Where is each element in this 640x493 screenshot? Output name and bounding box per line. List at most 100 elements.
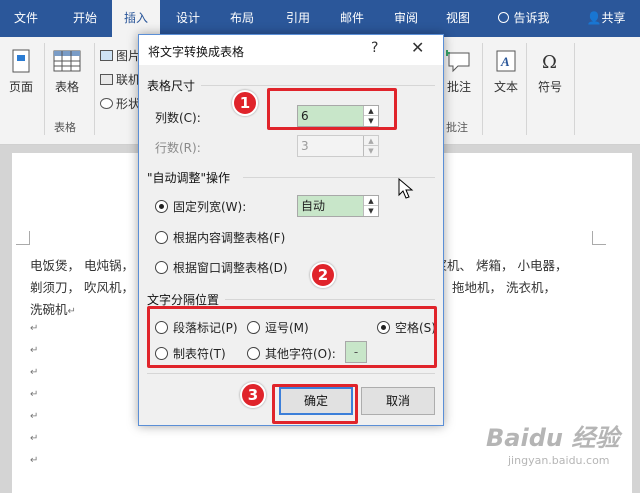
group-divider (482, 43, 483, 135)
fixed-width-spinner[interactable]: 自动 ▲ ▼ (297, 195, 379, 217)
fit-contents-label: 根据内容调整表格(F) (173, 231, 286, 245)
table-label: 表格 (54, 80, 79, 94)
shapes-button[interactable]: 形状 (100, 95, 140, 112)
cancel-button[interactable]: 取消 (361, 387, 435, 415)
paragraph-mark: ↵ (30, 433, 39, 444)
watermark-sub-text: jingyan.baidu.com (508, 454, 610, 467)
fit-window-radio[interactable] (155, 261, 168, 274)
paragraph-mark: ↵ (30, 367, 39, 378)
tab-file[interactable]: 文件 (6, 0, 46, 37)
comment-button[interactable]: 批注 (444, 49, 474, 95)
spin-up-icon[interactable]: ▲ (364, 196, 378, 206)
online-picture-label: 联机 (116, 73, 141, 87)
doc-line-3: 洗碗机↵ (30, 299, 76, 318)
help-button[interactable]: ? (371, 40, 378, 56)
pages-button[interactable]: 页面 (4, 49, 38, 95)
tab-layout[interactable]: 布局 (220, 0, 264, 37)
dialog-title: 将文字转换成表格 (148, 45, 245, 59)
paragraph-mark: ↵ (30, 389, 39, 400)
tell-me-label: 告诉我 (513, 11, 550, 25)
baidu-watermark: Baidu 经验 jingyan.baidu.com (486, 418, 636, 478)
comment-label: 批注 (446, 80, 471, 94)
symbols-button[interactable]: Ω 符号 (532, 49, 568, 95)
dialog-titlebar[interactable]: 将文字转换成表格 ? ✕ (139, 35, 443, 65)
spinner-buttons: ▲ ▼ (363, 196, 378, 216)
omega-icon: Ω (542, 52, 557, 73)
user-icon: 👤 (586, 11, 602, 25)
tab-review[interactable]: 审阅 (384, 0, 428, 37)
separator-highlight-box (147, 306, 437, 368)
paragraph-mark: ↵ (30, 411, 39, 422)
tab-mailings[interactable]: 邮件 (330, 0, 374, 37)
tab-home[interactable]: 开始 (62, 0, 108, 37)
paragraph-mark: ↵ (67, 306, 76, 317)
step-2-badge: 2 (310, 262, 336, 288)
doc-line-2-left: 剃须刀， 吹风机， (30, 280, 134, 295)
svg-text:Ω: Ω (542, 52, 557, 73)
rows-value: 3 (301, 139, 309, 153)
fit-contents-radio[interactable] (155, 231, 168, 244)
shapes-icon (100, 98, 113, 109)
paragraph-mark: ↵ (30, 323, 39, 334)
online-picture-button[interactable]: 联机 (100, 71, 140, 88)
group-divider (94, 43, 95, 135)
fixed-width-value[interactable]: 自动 (298, 196, 363, 216)
picture-button[interactable]: 图片 (100, 47, 140, 64)
tab-view[interactable]: 视图 (436, 0, 480, 37)
shapes-label: 形状 (116, 97, 141, 111)
fit-window-label: 根据窗口调整表格(D) (173, 261, 288, 275)
text-button[interactable]: A 文本 (490, 49, 522, 95)
page-icon (12, 49, 30, 73)
ribbon-tab-bar: 文件 开始 插入 设计 布局 引用 邮件 审阅 视图 告诉我 👤共享 (0, 0, 640, 37)
tell-me-box[interactable]: 告诉我 (492, 0, 556, 37)
symbols-label: 符号 (537, 80, 562, 94)
autofit-section-title: "自动调整"操作 (147, 171, 231, 185)
spinner-buttons: ▲ ▼ (363, 136, 378, 156)
section-divider (201, 85, 435, 86)
lightbulb-icon (498, 12, 510, 23)
mouse-cursor-icon (398, 178, 414, 199)
rows-spinner: 3 ▲ ▼ (297, 135, 379, 157)
table-icon (53, 50, 81, 72)
table-size-section-title: 表格尺寸 (147, 79, 196, 93)
doc-line-2-right: 拖地机， 洗衣机， (452, 280, 556, 295)
pages-label: 页面 (8, 80, 33, 94)
doc-line-3-text: 洗碗机 (30, 302, 68, 317)
margin-corner-mark (592, 231, 606, 245)
fixed-width-label: 固定列宽(W): (173, 200, 247, 214)
doc-line-1-left: 电饭煲， 电炖锅， (30, 258, 134, 273)
group-divider (574, 43, 575, 135)
columns-label: 列数(C): (155, 111, 201, 125)
tab-design[interactable]: 设计 (166, 0, 210, 37)
comments-group-label: 批注 (446, 121, 468, 134)
tab-insert[interactable]: 插入 (112, 0, 160, 37)
close-button[interactable]: ✕ (411, 38, 424, 57)
step-3-badge: 3 (240, 382, 266, 408)
spin-down-icon: ▼ (364, 146, 378, 156)
picture-label: 图片 (116, 49, 141, 63)
group-divider (44, 43, 45, 135)
text-box-icon: A (496, 50, 516, 72)
table-button[interactable]: 表格 (50, 49, 84, 95)
watermark-main-text: Baidu 经验 (486, 424, 620, 452)
columns-highlight-box (267, 88, 397, 130)
step-1-badge: 1 (232, 90, 258, 116)
margin-corner-mark (16, 231, 30, 245)
fixed-width-radio[interactable] (155, 200, 168, 213)
section-divider (147, 373, 435, 374)
rows-label: 行数(R): (155, 141, 201, 155)
comment-icon (446, 50, 470, 73)
spin-down-icon[interactable]: ▼ (364, 206, 378, 216)
group-divider (526, 43, 527, 135)
picture-icon (100, 50, 113, 61)
paragraph-mark: ↵ (30, 345, 39, 356)
tab-references[interactable]: 引用 (276, 0, 320, 37)
section-divider (225, 299, 435, 300)
share-button[interactable]: 👤共享 (578, 0, 634, 37)
svg-text:A: A (500, 54, 510, 69)
paragraph-mark: ↵ (30, 455, 39, 466)
online-picture-icon (100, 74, 113, 85)
ok-highlight-box (272, 384, 358, 424)
tables-group-label: 表格 (54, 121, 76, 134)
share-label: 共享 (601, 11, 626, 25)
